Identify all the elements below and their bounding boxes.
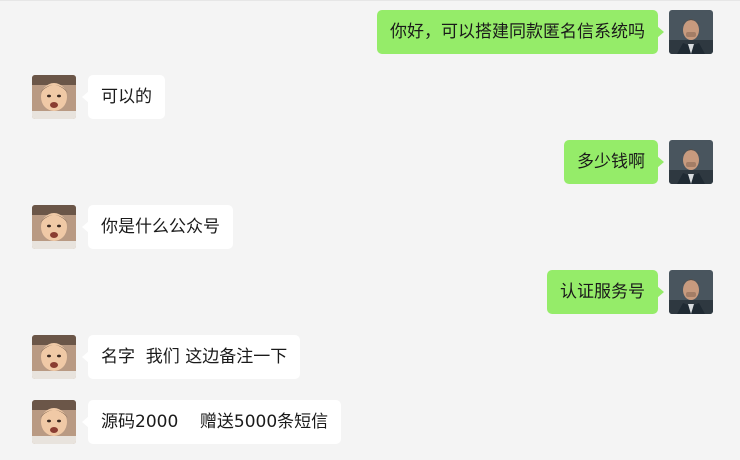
child-photo-avatar[interactable] xyxy=(32,75,76,119)
message-bubble-incoming[interactable]: 名字 我们 这边备注一下 xyxy=(81,335,301,379)
man-portrait-avatar[interactable] xyxy=(669,270,713,314)
message-bubble-outgoing[interactable]: 你好，可以搭建同款匿名信系统吗 xyxy=(377,10,664,54)
chat-message-list[interactable]: 你好，可以搭建同款匿名信系统吗 可以的 多少钱啊 你是什么公众号 认证服务号 名… xyxy=(0,0,740,460)
message-row-outgoing: 你好，可以搭建同款匿名信系统吗 xyxy=(0,10,740,54)
message-bubble-incoming[interactable]: 源码2000 赠送5000条短信 xyxy=(81,400,342,444)
message-row-outgoing: 认证服务号 xyxy=(0,270,740,314)
message-row-outgoing: 多少钱啊 xyxy=(0,140,740,184)
child-photo-avatar[interactable] xyxy=(32,400,76,444)
child-photo-avatar[interactable] xyxy=(32,335,76,379)
message-row-incoming: 源码2000 赠送5000条短信 xyxy=(0,400,740,444)
message-row-incoming: 可以的 xyxy=(0,75,740,119)
child-photo-avatar[interactable] xyxy=(32,205,76,249)
man-portrait-avatar[interactable] xyxy=(669,10,713,54)
message-bubble-outgoing[interactable]: 多少钱啊 xyxy=(564,140,664,184)
message-row-incoming: 你是什么公众号 xyxy=(0,205,740,249)
message-bubble-incoming[interactable]: 可以的 xyxy=(82,75,165,119)
message-bubble-outgoing[interactable]: 认证服务号 xyxy=(547,270,664,314)
man-portrait-avatar[interactable] xyxy=(669,140,713,184)
message-row-incoming: 名字 我们 这边备注一下 xyxy=(0,335,740,379)
message-bubble-incoming[interactable]: 你是什么公众号 xyxy=(82,205,233,249)
